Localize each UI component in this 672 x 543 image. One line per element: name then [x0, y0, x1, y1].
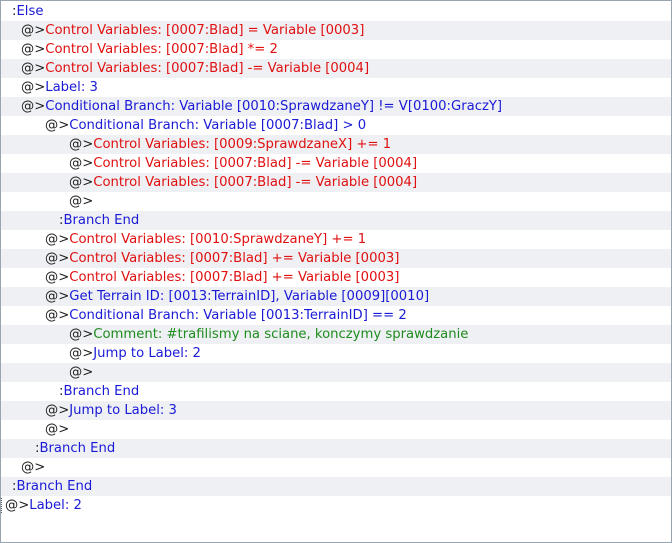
command-prefix: @>	[69, 175, 94, 190]
command-prefix: @>	[45, 289, 70, 304]
command-line[interactable]: : Branch End	[1, 439, 671, 458]
command-text: Jump to Label: 2	[93, 346, 201, 361]
command-text: Label: 2	[29, 498, 82, 513]
command-text: Control Variables: [0007:Blad] += Variab…	[69, 270, 400, 285]
command-text: Control Variables: [0007:Blad] -= Variab…	[45, 61, 370, 76]
command-text: Control Variables: [0007:Blad] -= Variab…	[93, 156, 418, 171]
command-prefix: @>	[69, 327, 94, 342]
command-line[interactable]: @>Get Terrain ID: [0013:TerrainID], Vari…	[1, 287, 671, 306]
command-text: Branch End	[16, 479, 93, 494]
command-line[interactable]: : Branch End	[1, 382, 671, 401]
command-text: Comment: #trafilismy na sciane, konczymy…	[93, 327, 469, 342]
command-text: Conditional Branch: Variable [0010:Spraw…	[45, 99, 503, 114]
command-text: Control Variables: [0010:SprawdzaneY] +=…	[69, 232, 367, 247]
command-prefix: @>	[69, 156, 94, 171]
command-prefix: @>	[45, 308, 70, 323]
command-line[interactable]: @>Control Variables: [0007:Blad] -= Vari…	[1, 173, 671, 192]
command-line[interactable]: @>	[1, 420, 671, 439]
command-prefix: @>	[69, 365, 94, 380]
command-line[interactable]: @>	[1, 192, 671, 211]
command-line[interactable]: @>Conditional Branch: Variable [0010:Spr…	[1, 97, 671, 116]
command-prefix: @>	[21, 23, 46, 38]
command-text: Control Variables: [0007:Blad] = Variabl…	[45, 23, 365, 38]
command-line[interactable]: @>Control Variables: [0007:Blad] *= 2	[1, 40, 671, 59]
command-prefix: @>	[21, 99, 46, 114]
command-text: Control Variables: [0007:Blad] *= 2	[45, 42, 278, 57]
command-line[interactable]: @>Control Variables: [0007:Blad] += Vari…	[1, 268, 671, 287]
command-text: Branch End	[39, 441, 116, 456]
command-text: Control Variables: [0007:Blad] -= Variab…	[93, 175, 418, 190]
command-line[interactable]: @>Jump to Label: 2	[1, 344, 671, 363]
command-line[interactable]: @>Control Variables: [0007:Blad] = Varia…	[1, 21, 671, 40]
command-line[interactable]: : Branch End	[1, 211, 671, 230]
command-prefix: @>	[21, 80, 46, 95]
command-prefix: @>	[45, 270, 70, 285]
command-line[interactable]: @>Control Variables: [0010:SprawdzaneY] …	[1, 230, 671, 249]
command-prefix: @>	[21, 460, 46, 475]
command-prefix: @>	[45, 118, 70, 133]
command-prefix: @>	[69, 346, 94, 361]
command-prefix: @>	[21, 42, 46, 57]
command-line[interactable]: @>	[1, 363, 671, 382]
command-text: Else	[16, 4, 44, 19]
command-prefix: @>	[5, 498, 30, 513]
command-text: Jump to Label: 3	[69, 403, 177, 418]
command-text: Get Terrain ID: [0013:TerrainID], Variab…	[69, 289, 430, 304]
command-line[interactable]: @>Label: 3	[1, 78, 671, 97]
command-line[interactable]: @>Conditional Branch: Variable [0013:Ter…	[1, 306, 671, 325]
command-line[interactable]: @>	[1, 458, 671, 477]
command-text: Control Variables: [0009:SprawdzaneX] +=…	[93, 137, 392, 152]
command-prefix: @>	[45, 403, 70, 418]
command-line[interactable]: @>Comment: #trafilismy na sciane, konczy…	[1, 325, 671, 344]
command-prefix: @>	[45, 422, 70, 437]
command-prefix: @>	[45, 251, 70, 266]
command-prefix: @>	[45, 232, 70, 247]
command-text: Conditional Branch: Variable [0013:Terra…	[69, 308, 407, 323]
command-line[interactable]: @>Label: 2	[1, 496, 671, 515]
command-text: Label: 3	[45, 80, 98, 95]
command-line[interactable]: : Branch End	[1, 477, 671, 496]
command-text: Conditional Branch: Variable [0007:Blad]…	[69, 118, 367, 133]
event-command-list[interactable]: : Else @>Control Variables: [0007:Blad] …	[0, 0, 672, 543]
command-line[interactable]: @>Control Variables: [0007:Blad] -= Vari…	[1, 154, 671, 173]
command-text: Branch End	[63, 384, 140, 399]
command-prefix: @>	[69, 137, 94, 152]
command-line[interactable]: @>Jump to Label: 3	[1, 401, 671, 420]
command-line[interactable]: @>Control Variables: [0009:SprawdzaneX] …	[1, 135, 671, 154]
command-line[interactable]: @>Conditional Branch: Variable [0007:Bla…	[1, 116, 671, 135]
command-text: Control Variables: [0007:Blad] += Variab…	[69, 251, 400, 266]
command-prefix: @>	[21, 61, 46, 76]
command-text: Branch End	[63, 213, 140, 228]
command-line[interactable]: @>Control Variables: [0007:Blad] -= Vari…	[1, 59, 671, 78]
command-line[interactable]: @>Control Variables: [0007:Blad] += Vari…	[1, 249, 671, 268]
command-line[interactable]: : Else	[1, 2, 671, 21]
command-prefix: @>	[69, 194, 94, 209]
